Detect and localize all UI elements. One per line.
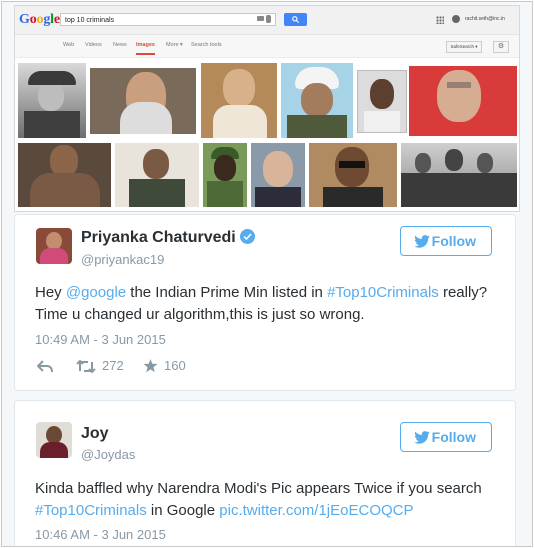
image-result[interactable] xyxy=(357,70,407,133)
google-search-input[interactable]: top 10 criminals xyxy=(60,13,276,26)
follow-label: Follow xyxy=(431,233,476,249)
follow-button[interactable]: Follow xyxy=(400,422,492,452)
mention-link[interactable]: @google xyxy=(66,284,126,301)
google-search-button[interactable] xyxy=(284,13,307,26)
google-image-results: Google top 10 criminals rachit.seth@inc.… xyxy=(14,5,520,212)
avatar[interactable] xyxy=(36,228,72,264)
image-result[interactable] xyxy=(409,66,517,136)
safesearch-button[interactable]: SafeSearch ▾ xyxy=(446,41,482,53)
image-result[interactable] xyxy=(401,143,517,207)
tweet-text-part: Kinda baffled why Narendra Modi's Pic ap… xyxy=(35,480,482,497)
image-result[interactable] xyxy=(18,143,111,207)
display-name-text: Joy xyxy=(81,425,109,442)
display-name[interactable]: Priyanka Chaturvedi xyxy=(81,229,255,247)
display-name-text: Priyanka Chaturvedi xyxy=(81,229,236,246)
google-account[interactable]: rachit.seth@inc.in xyxy=(465,16,505,22)
google-header: Google top 10 criminals rachit.seth@inc.… xyxy=(15,6,519,35)
tweet-timestamp[interactable]: 10:46 AM - 3 Jun 2015 xyxy=(35,527,166,542)
user-handle[interactable]: @priyankac19 xyxy=(81,252,164,267)
image-result[interactable] xyxy=(18,63,86,138)
apps-grid-icon[interactable] xyxy=(436,16,444,24)
screenshot-frame: Google top 10 criminals rachit.seth@inc.… xyxy=(1,1,533,547)
tweet-card: Priyanka Chaturvedi @priyankac19 Follow … xyxy=(14,214,516,391)
reply-button[interactable] xyxy=(36,358,59,373)
tab-videos[interactable]: Videos xyxy=(85,42,102,48)
tab-images[interactable]: Images xyxy=(136,42,155,55)
image-result[interactable] xyxy=(203,143,247,207)
notifications-icon[interactable] xyxy=(452,15,460,23)
avatar[interactable] xyxy=(36,422,72,458)
hashtag-link[interactable]: #Top10Criminals xyxy=(327,284,439,301)
image-result[interactable] xyxy=(90,68,196,134)
follow-button[interactable]: Follow xyxy=(400,226,492,256)
image-result[interactable] xyxy=(115,143,199,207)
favorite-count: 160 xyxy=(164,358,186,373)
image-result[interactable] xyxy=(281,63,353,138)
favorite-button[interactable]: 160 xyxy=(143,358,186,373)
google-logo[interactable]: Google xyxy=(19,12,60,28)
camera-icon[interactable] xyxy=(257,16,264,21)
display-name[interactable]: Joy xyxy=(81,425,109,443)
tweet-text-part: Hey xyxy=(35,284,66,301)
twitter-bird-icon xyxy=(414,431,430,444)
image-result[interactable] xyxy=(201,63,277,138)
hashtag-link[interactable]: #Top10Criminals xyxy=(35,502,147,519)
retweet-count: 272 xyxy=(102,358,124,373)
image-result[interactable] xyxy=(309,143,397,207)
tweet-text-part: the Indian Prime Min listed in xyxy=(126,284,328,301)
search-icon xyxy=(292,16,299,23)
google-nav: Web Videos News Images More ▾ Search too… xyxy=(15,35,519,58)
tab-news[interactable]: News xyxy=(113,42,127,48)
user-handle[interactable]: @Joydas xyxy=(81,447,135,462)
tab-more[interactable]: More ▾ xyxy=(166,42,183,48)
tweet-text-part: in Google xyxy=(146,502,220,519)
tweet-text: Kinda baffled why Narendra Modi's Pic ap… xyxy=(35,478,505,522)
tweet-card: Joy @Joydas Follow Kinda baffled why Nar… xyxy=(14,400,516,546)
tweet-text: Hey @google the Indian Prime Min listed … xyxy=(35,282,505,326)
retweet-button[interactable]: 272 xyxy=(76,358,124,374)
tab-web[interactable]: Web xyxy=(63,42,74,48)
pic-link[interactable]: pic.twitter.com/1jEoECOQCP xyxy=(219,502,413,519)
retweet-icon xyxy=(76,359,96,374)
microphone-icon[interactable] xyxy=(266,15,271,23)
reply-icon xyxy=(36,360,53,373)
tweet-timestamp[interactable]: 10:49 AM - 3 Jun 2015 xyxy=(35,332,166,347)
tab-search-tools[interactable]: Search tools xyxy=(191,42,222,48)
twitter-bird-icon xyxy=(414,235,430,248)
gear-icon[interactable]: ⚙ xyxy=(493,41,509,53)
star-icon xyxy=(143,359,158,373)
follow-label: Follow xyxy=(431,429,476,445)
verified-badge-icon xyxy=(239,229,255,244)
image-result[interactable] xyxy=(251,143,305,207)
